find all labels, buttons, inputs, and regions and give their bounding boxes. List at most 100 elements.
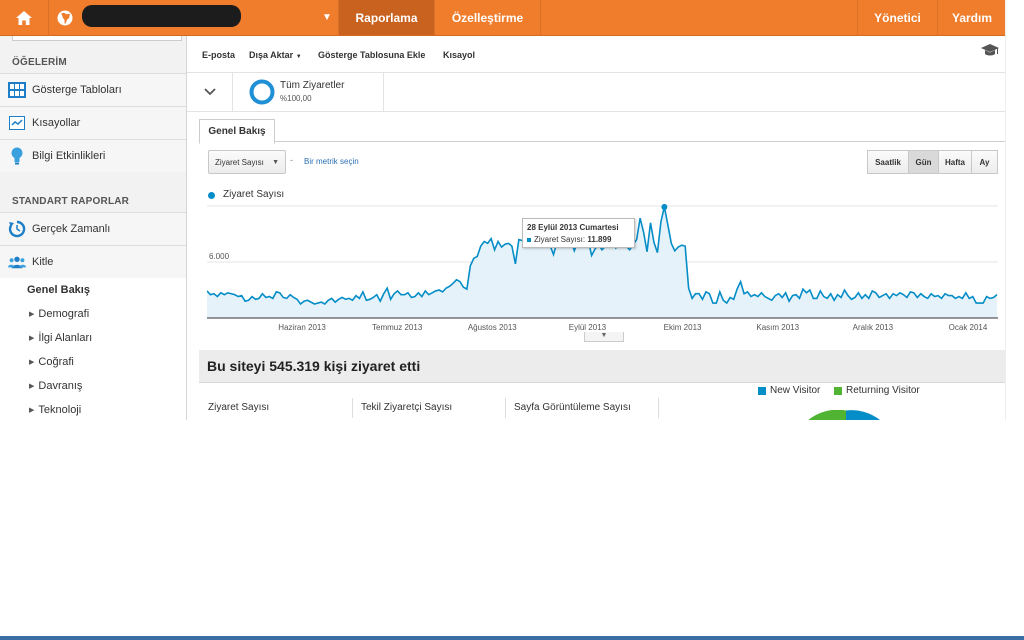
lightbulb-icon [8,147,26,165]
segment-percent: %100,00 [280,94,312,103]
sidebar-search-input[interactable] [12,36,182,41]
metric-dropdown-label: Ziyaret Sayısı [215,157,264,167]
shortcut-button[interactable]: Kısayol [443,50,475,60]
export-label: Dışa Aktar [249,50,294,60]
main-content: E-posta Dışa Aktar ▼ Gösterge Tablosuna … [187,36,1005,420]
sidebar-item-intelligence-events[interactable]: Bilgi Etkinlikleri [0,139,186,172]
dashboard-icon [8,81,26,99]
sidebar-sub-demographics[interactable]: ▶ Demografi [0,302,186,326]
segment-bar: Tüm Ziyaretler %100,00 [187,73,1005,112]
sidebar-sub-label: Demografi [38,308,90,320]
chart-resize-handle[interactable]: ▼ [584,332,624,342]
segment-name: Tüm Ziyaretler [280,80,345,91]
summary-title: Bu siteyi 545.319 kişi ziyaret etti [207,358,421,374]
globe-button[interactable] [48,0,82,35]
tooltip-value: 11.899 [587,235,612,244]
sidebar-heading-standard-reports: STANDART RAPORLAR [12,196,130,207]
tab-raporlama[interactable]: Raporlama [338,0,434,35]
add-to-dashboard-button[interactable]: Gösterge Tablosuna Ekle [318,50,425,60]
export-button[interactable]: Dışa Aktar ▼ [249,50,302,60]
expand-triangle-icon: ▶ [29,311,35,318]
pie-slice-new [846,410,880,420]
x-tick-label: Ağustos 2013 [468,323,517,332]
period-hourly-button[interactable]: Saatlik [867,150,909,174]
home-button[interactable] [0,0,49,35]
pie-legend-label: New Visitor [770,385,821,396]
tooltip-swatch [527,237,531,242]
metric-dropdown-caret-icon: ▼ [272,159,279,166]
taskbar-strip [0,636,1024,640]
sidebar-item-label: Bilgi Etkinlikleri [32,150,106,162]
x-tick-label: Eylül 2013 [569,323,607,332]
sidebar-item-audience[interactable]: Kitle [0,245,186,278]
x-tick-label: Kasım 2013 [756,323,799,332]
sidebar-sub-label: Teknoloji [38,404,82,416]
tab-divider [199,141,1005,142]
admin-link[interactable]: Yönetici [857,0,937,35]
sidebar-sub-label: İlgi Alanları [38,332,93,344]
pie-legend-label: Returning Visitor [846,385,920,396]
globe-icon [57,10,73,25]
sidebar-sub-interests[interactable]: ▶ İlgi Alanları [0,326,186,350]
shortcut-icon [8,114,26,132]
sidebar-sub-overview[interactable]: Genel Bakış [0,278,186,302]
x-tick-label: Ocak 2014 [949,323,988,332]
expand-triangle-icon: ▶ [29,383,35,390]
period-day-button[interactable]: Gün [908,150,939,174]
segment-toggle-button[interactable] [187,73,233,111]
email-button[interactable]: E-posta [202,50,235,60]
stat-divider [505,398,506,418]
pie-legend-swatch [758,386,766,395]
account-dropdown-icon[interactable]: ▼ [322,12,332,23]
sidebar-sub-label: Coğrafi [38,356,74,368]
export-dropdown-icon: ▼ [295,54,302,60]
stat-divider [658,398,659,418]
sidebar-sub-technology[interactable]: ▶ Teknoloji [0,398,186,422]
metric-separator: - [290,155,293,165]
right-gutter [1005,0,1024,420]
expand-triangle-icon: ▶ [29,407,35,414]
x-tick-label: Haziran 2013 [278,323,326,332]
action-bar: E-posta Dışa Aktar ▼ Gösterge Tablosuna … [187,36,1005,73]
metric-dropdown[interactable]: Ziyaret Sayısı ▼ [208,150,286,174]
tooltip-value-row: Ziyaret Sayısı: 11.899 [527,235,611,244]
realtime-icon [8,220,26,238]
sidebar-item-label: Kitle [32,256,54,268]
home-icon [16,10,32,25]
highlighted-data-point[interactable] [661,204,668,210]
stat-divider [352,398,353,418]
graduation-cap-icon[interactable] [981,44,999,59]
sidebar-item-label: Gösterge Tabloları [32,84,122,96]
sidebar-item-dashboards[interactable]: Gösterge Tabloları [0,73,186,106]
stat-visits-label: Ziyaret Sayısı [208,402,270,413]
tooltip-date: 28 Eylül 2013 Cumartesi [527,223,619,232]
legend-swatch [208,192,215,199]
sidebar-item-realtime[interactable]: Gerçek Zamanlı [0,212,186,245]
visitor-type-pie-chart[interactable] [800,410,880,420]
chevron-down-icon [203,88,216,96]
period-month-button[interactable]: Ay [971,150,998,174]
y-tick-label: 6.000 [209,252,230,261]
sidebar-item-shortcuts[interactable]: Kısayollar [0,106,186,139]
x-tick-label: Temmuz 2013 [372,323,423,332]
pie-legend-new-visitor: New Visitor [758,385,820,396]
sidebar-sub-geo[interactable]: ▶ Coğrafi [0,350,186,374]
tab-overview[interactable]: Genel Bakış [199,119,275,144]
account-selector[interactable] [82,5,241,27]
y-tick-label: 12.000 [209,204,234,205]
sidebar-sub-behavior[interactable]: ▶ Davranış [0,374,186,398]
tab-ozellestirme[interactable]: Özelleştirme [434,0,541,35]
tooltip-label: Ziyaret Sayısı: [534,235,586,244]
top-navigation-bar: ▼ Raporlama Özelleştirme Yönetici Yardım [0,0,1005,36]
pie-legend-swatch [834,386,842,395]
x-tick-label: Ekim 2013 [664,323,702,332]
chart-legend-label: Ziyaret Sayısı [223,189,285,200]
pie-slice-returning [808,410,846,420]
pie-legend-returning-visitor: Returning Visitor [834,385,920,396]
period-week-button[interactable]: Hafta [938,150,972,174]
help-link[interactable]: Yardım [937,0,1006,35]
segment-all-visits[interactable]: Tüm Ziyaretler %100,00 [233,73,384,111]
summary-header: Bu siteyi 545.319 kişi ziyaret etti [199,350,1005,383]
select-metric-link[interactable]: Bir metrik seçin [304,157,359,166]
audience-icon [8,253,26,271]
